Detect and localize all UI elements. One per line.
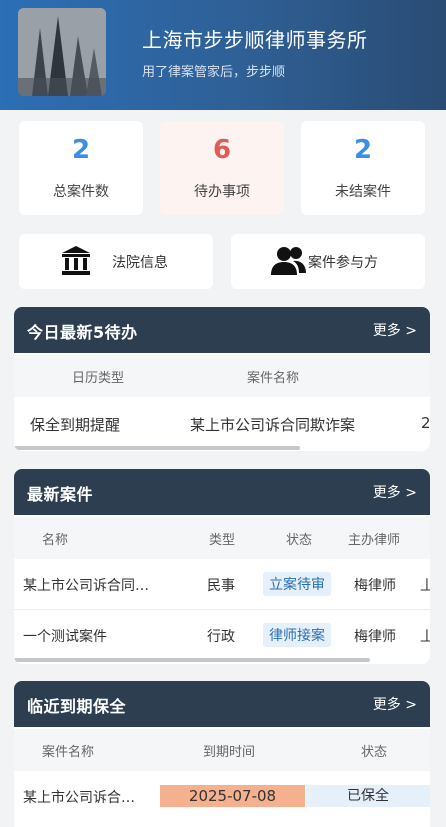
todo-more-link[interactable]: 更多 >	[373, 320, 417, 340]
app-header: 上海市步步顺律师事务所 用了律案管家后，步步顺	[0, 0, 446, 110]
horizontal-scrollbar[interactable]	[14, 658, 370, 662]
todo-card: 今日最新5待办 更多 > 日历类型 案件名称 保全到期提醒 某上市公司诉合同欺诈…	[14, 307, 430, 451]
case-lawyer-cell: 梅律师	[354, 629, 396, 645]
todo-table-header: 日历类型 案件名称	[14, 355, 430, 397]
firm-logo	[18, 8, 106, 96]
preservation-more-link[interactable]: 更多 >	[373, 694, 417, 714]
cases-card-header: 最新案件 更多 >	[14, 469, 430, 515]
column-header: 类型	[209, 533, 236, 548]
column-header: 日历类型	[72, 371, 125, 386]
column-header: 案件名称	[247, 371, 300, 386]
todo-case-cell: 某上市公司诉合同欺诈案	[190, 416, 356, 434]
case-extra-cell: 丄	[420, 629, 430, 645]
status-badge: 立案待审	[263, 572, 331, 596]
preservation-table-header: 案件名称 到期时间 状态	[14, 729, 430, 771]
column-header: 状态	[361, 745, 388, 760]
stat-label: 总案件数	[53, 184, 109, 200]
people-icon	[271, 245, 307, 281]
horizontal-scrollbar[interactable]	[14, 446, 300, 450]
stat-label: 待办事项	[194, 184, 250, 200]
firm-name: 上海市步步顺律师事务所	[142, 28, 368, 52]
preservation-card: 临近到期保全 更多 > 案件名称 到期时间 状态 某上市公司诉合… 2025-0…	[14, 681, 430, 827]
case-type-cell: 民事	[207, 578, 235, 594]
stat-value: 6	[212, 135, 232, 165]
column-header: 主办律师	[348, 533, 401, 548]
column-header: 状态	[286, 533, 313, 548]
court-info-button[interactable]: 法院信息	[19, 234, 213, 289]
court-info-label: 法院信息	[112, 255, 168, 271]
case-parties-label: 案件参与方	[308, 255, 378, 271]
cases-more-link[interactable]: 更多 >	[373, 482, 417, 502]
latest-cases-card: 最新案件 更多 > 名称 类型 状态 主办律师 某上市公司诉合同… 民事 立案待…	[14, 469, 430, 664]
stat-label: 未结案件	[335, 184, 391, 200]
stat-open-cases[interactable]: 2 未结案件	[301, 121, 425, 215]
preservation-name-cell: 某上市公司诉合…	[23, 790, 135, 806]
case-extra-cell: 丄	[420, 578, 430, 594]
courthouse-icon	[61, 245, 91, 281]
cases-table-header: 名称 类型 状态 主办律师	[14, 517, 430, 559]
row-divider	[14, 609, 430, 610]
case-parties-button[interactable]: 案件参与方	[231, 234, 425, 289]
column-header: 名称	[42, 533, 69, 548]
preservation-card-header: 临近到期保全 更多 >	[14, 681, 430, 727]
status-badge: 律师接案	[263, 623, 331, 647]
stat-pending-tasks[interactable]: 6 待办事项	[160, 121, 284, 215]
case-lawyer-cell: 梅律师	[354, 578, 396, 594]
case-name-cell: 一个测试案件	[23, 629, 107, 645]
todo-type-cell: 保全到期提醒	[30, 416, 121, 434]
cases-card-title: 最新案件	[27, 485, 94, 504]
todo-extra-cell: 2	[421, 414, 430, 432]
column-header: 案件名称	[42, 745, 95, 760]
stat-total-cases[interactable]: 2 总案件数	[19, 121, 143, 215]
case-type-cell: 行政	[207, 629, 235, 645]
preservation-status-cell: 已保全	[306, 785, 430, 807]
preservation-card-title: 临近到期保全	[27, 697, 127, 716]
column-header: 到期时间	[203, 745, 256, 760]
todo-card-header: 今日最新5待办 更多 >	[14, 307, 430, 353]
firm-slogan: 用了律案管家后，步步顺	[142, 65, 286, 80]
todo-card-title: 今日最新5待办	[27, 323, 138, 342]
due-date-cell: 2025-07-08	[160, 785, 305, 807]
case-name-cell: 某上市公司诉合同…	[23, 578, 149, 594]
stat-value: 2	[71, 135, 91, 165]
stat-value: 2	[353, 135, 373, 165]
